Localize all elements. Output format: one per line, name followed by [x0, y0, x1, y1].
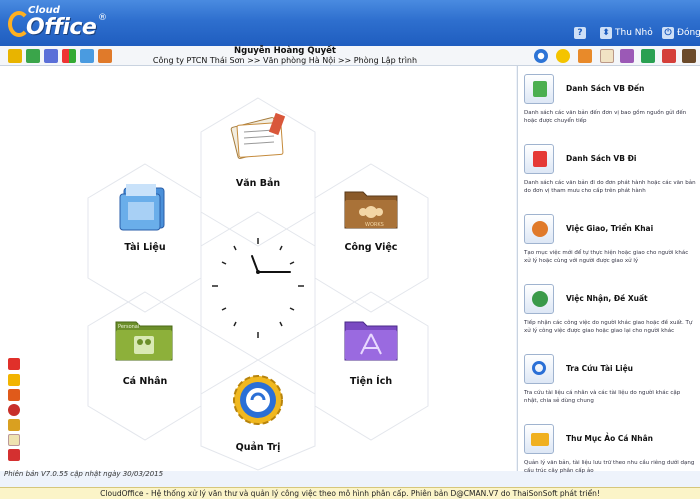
works-folder-text: WORKS — [365, 222, 384, 228]
tile-tai-lieu-label: Tài Liệu — [124, 242, 166, 253]
sidebar-item-title: Việc Giao, Triển Khai — [566, 224, 654, 233]
app-logo: Cloud Office ® — [6, 3, 114, 43]
close-icon: ⏻ — [662, 27, 674, 39]
close-button[interactable]: ⏻ Đóng — [662, 25, 700, 41]
sidebar-item-title: Tra Cứu Tài Liệu — [566, 364, 633, 373]
clock-icon[interactable] — [44, 49, 58, 63]
tile-tai-lieu[interactable]: Tài Liệu — [100, 174, 190, 264]
tile-quan-tri[interactable]: Quản Trị — [213, 370, 303, 460]
chart-icon[interactable] — [641, 49, 655, 63]
windows-icon[interactable] — [62, 49, 76, 63]
works-folder-icon: WORKS — [344, 191, 398, 229]
warning-icon[interactable] — [8, 49, 22, 63]
user-org-path: Công ty PTCN Thái Sơn >> Văn phòng Hà Nộ… — [152, 56, 418, 65]
title-bar: Cloud Office ® ? ⬍ Thu Nhỏ ⏻ Đóng — [0, 0, 700, 46]
tile-van-ban-label: Văn Bản — [235, 178, 281, 189]
youtube-icon[interactable] — [8, 358, 20, 370]
sidebar-item-desc: Danh sách các văn bản đến đơn vị bao gồm… — [524, 110, 687, 124]
tile-ca-nhan-label: Cá Nhân — [122, 376, 168, 387]
calendar-icon[interactable] — [620, 49, 634, 63]
sidebar-item-desc: Tiếp nhận các công việc do người khác gi… — [524, 320, 693, 334]
logo-reg-mark: ® — [98, 13, 107, 23]
clock-hands — [251, 255, 291, 273]
tile-tien-ich-label: Tiện Ích — [349, 376, 393, 387]
assign-task-icon — [524, 214, 554, 244]
key-icon[interactable] — [8, 419, 20, 431]
version-text: Phiên bản V7.0.55 cập nhật ngày 30/03/20… — [4, 470, 164, 478]
utilities-folder-icon — [344, 321, 398, 361]
tile-cong-viec[interactable]: WORKS Công Việc — [326, 174, 416, 264]
report-icon[interactable] — [662, 49, 676, 63]
incoming-docs-icon — [524, 74, 554, 104]
tile-cong-viec-label: Công Việc — [344, 242, 398, 253]
sidebar-item-desc: Tạo mục việc mới để tự thực hiện hoặc gi… — [524, 250, 689, 264]
contacts-icon[interactable] — [578, 49, 592, 63]
minimize-icon: ⬍ — [600, 27, 612, 39]
browser-icon[interactable] — [26, 49, 40, 63]
tile-tien-ich[interactable]: Tiện Ích — [326, 308, 416, 398]
user-name: Nguyễn Hoàng Quyết — [234, 46, 336, 56]
sidebar-item-title: Thư Mục Ảo Cá Nhân — [566, 434, 654, 443]
tile-ca-nhan[interactable]: Personal Cá Nhân — [100, 308, 190, 398]
personal-folder-text: Personal — [118, 324, 139, 330]
monitor-icon[interactable] — [80, 49, 94, 63]
new-badge-icon[interactable] — [8, 389, 20, 401]
main-panel: Văn Bản Tài Liệu WORKS Công Việc Persona… — [0, 66, 516, 471]
home-icon[interactable] — [8, 449, 20, 461]
sidebar-item-desc: Danh sách các văn bản đi do đơn phát hàn… — [524, 180, 696, 194]
search-docs-icon — [524, 354, 554, 384]
logo-main-text: Office — [26, 15, 97, 40]
notification-icon[interactable] — [556, 49, 570, 63]
note-icon[interactable] — [8, 434, 20, 446]
user-info: Nguyễn Hoàng Quyết Công ty PTCN Thái Sơn… — [150, 46, 420, 65]
documents-icon — [230, 112, 286, 159]
status-bar: CloudOffice - Hệ thống xử lý văn thư và … — [0, 487, 700, 499]
tile-quan-tri-label: Quản Trị — [235, 442, 281, 453]
book-icon[interactable] — [682, 49, 696, 63]
tile-van-ban[interactable]: Văn Bản — [213, 106, 303, 196]
sidebar-item-title: Việc Nhận, Đề Xuất — [566, 294, 648, 303]
folders-icon — [119, 184, 165, 231]
folder-icon[interactable] — [98, 49, 112, 63]
sidebar-item-title: Danh Sách VB Đi — [566, 154, 637, 163]
minimize-button[interactable]: ⬍ Thu Nhỏ — [600, 25, 653, 41]
sidebar-item-desc: Tra cứu tài liệu cá nhân và các tài liệu… — [524, 390, 681, 404]
minimize-label: Thu Nhỏ — [615, 28, 653, 38]
help-button[interactable]: ? — [574, 25, 586, 41]
star-icon[interactable] — [8, 374, 20, 386]
admin-gear-icon — [233, 375, 283, 425]
sidebar-item-desc: Quản lý văn bản, tài liệu lưu trữ theo n… — [524, 460, 695, 474]
sidebar: Danh Sách VB Đến Danh sách các văn bản đ… — [517, 66, 700, 474]
sidebar-item-title: Danh Sách VB Đến — [566, 84, 645, 93]
mail-icon[interactable] — [600, 49, 614, 63]
settings-icon[interactable] — [534, 49, 548, 63]
outgoing-docs-icon — [524, 144, 554, 174]
clock-face — [212, 238, 304, 338]
close-label: Đóng — [677, 28, 700, 38]
personal-folder-icon: Personal — [115, 321, 173, 361]
award-icon[interactable] — [8, 404, 20, 416]
help-icon: ? — [574, 27, 586, 39]
virtual-folder-icon — [524, 424, 554, 454]
receive-task-icon — [524, 284, 554, 314]
